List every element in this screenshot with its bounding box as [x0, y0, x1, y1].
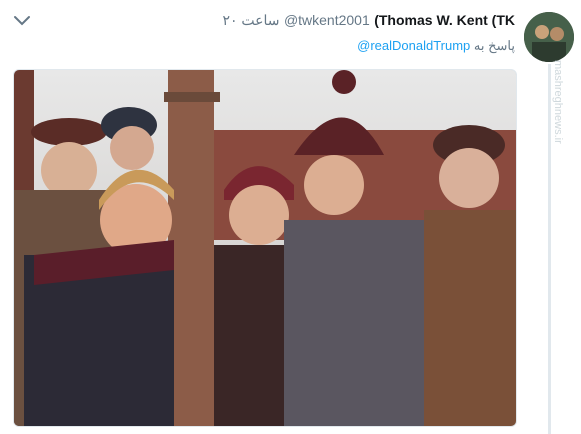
author-handle[interactable]: @twkent2001	[284, 12, 370, 28]
profile-avatar[interactable]	[524, 12, 574, 62]
chevron-down-icon[interactable]	[10, 10, 34, 30]
watermark: mashreghnews.ir	[552, 60, 564, 144]
tweet-card[interactable]: ۲۰ ساعت @twkent2001 (Thomas W. Kent (TK …	[0, 0, 581, 434]
author-name[interactable]: (Thomas W. Kent (TK	[374, 12, 515, 28]
tweet-photo[interactable]	[13, 69, 517, 427]
reply-to-link[interactable]: @realDonaldTrump	[357, 38, 470, 53]
reply-prefix: پاسخ به	[473, 38, 515, 53]
tweet-header: ۲۰ ساعت @twkent2001 (Thomas W. Kent (TK	[200, 12, 515, 34]
tweet-time[interactable]: ۲۰ ساعت	[222, 12, 279, 28]
reply-context: پاسخ به @realDonaldTrump	[340, 38, 515, 56]
